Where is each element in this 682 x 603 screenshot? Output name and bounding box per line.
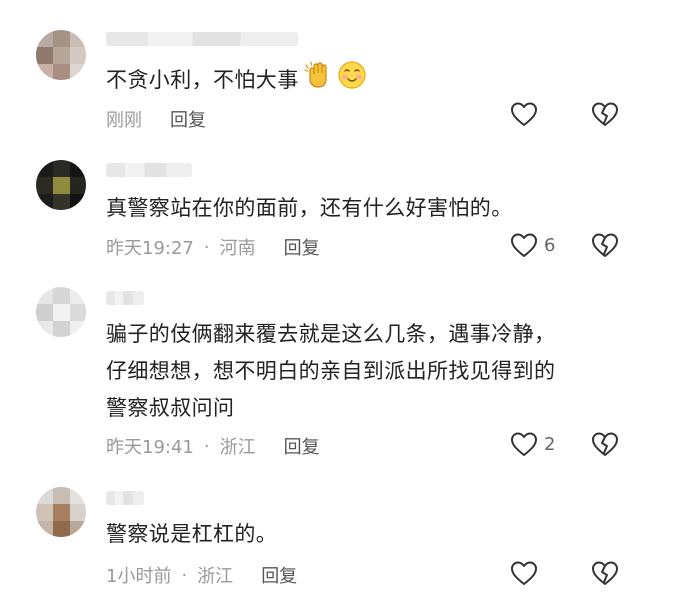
meta-separator: · xyxy=(181,564,188,586)
like-count: 6 xyxy=(544,234,556,256)
username-redacted[interactable] xyxy=(106,163,192,177)
username-redacted[interactable] xyxy=(106,32,298,46)
like-count: 2 xyxy=(544,433,556,455)
like-button[interactable]: 2 xyxy=(510,431,555,457)
like-button[interactable] xyxy=(510,560,538,586)
heart-outline-icon xyxy=(511,561,537,585)
comment-text-line: 仔细想想，想不明白的亲自到派出所找见得到的 xyxy=(106,359,556,383)
username-redacted[interactable] xyxy=(106,291,144,305)
avatar[interactable] xyxy=(36,487,86,537)
comment-time: 昨天19:41 xyxy=(106,437,194,458)
comment-text: 骗子的伎俩翻来覆去就是这么几条，遇事冷静， 仔细想想，想不明白的亲自到派出所找见… xyxy=(106,316,555,427)
heart-outline-icon xyxy=(511,233,537,257)
comment-meta: 昨天19:41 · 浙江 回复 xyxy=(106,433,320,459)
like-button[interactable] xyxy=(510,101,538,127)
comment-location: 浙江 xyxy=(197,566,234,587)
comment-text: 警察说是杠杠的。 xyxy=(106,516,277,553)
comment-location: 河南 xyxy=(219,238,256,259)
broken-heart-icon xyxy=(592,561,618,585)
avatar[interactable] xyxy=(36,30,86,80)
comment-text-line: 真警察站在你的面前，还有什么好害怕的。 xyxy=(106,196,513,220)
broken-heart-icon xyxy=(592,102,618,126)
comment-meta: 刚刚 回复 xyxy=(106,106,206,132)
smiling-face-emoji xyxy=(337,60,367,102)
dislike-button[interactable] xyxy=(591,560,619,590)
comment-time: 1小时前 xyxy=(106,566,172,587)
broken-heart-icon xyxy=(592,233,618,257)
comment-meta: 昨天19:27 · 河南 回复 xyxy=(106,234,320,260)
dislike-button[interactable] xyxy=(591,101,619,131)
comment-text-line: 骗子的伎俩翻来覆去就是这么几条，遇事冷静， xyxy=(106,322,556,346)
dislike-button[interactable] xyxy=(591,232,619,262)
meta-separator: · xyxy=(203,435,210,457)
comment-meta: 1小时前 · 浙江 回复 xyxy=(106,562,297,588)
reply-button[interactable]: 回复 xyxy=(284,433,320,459)
dislike-button[interactable] xyxy=(591,431,619,461)
avatar[interactable] xyxy=(36,160,86,210)
meta-separator: · xyxy=(203,236,210,258)
comment-time: 昨天19:27 xyxy=(106,238,194,259)
comment-time: 刚刚 xyxy=(106,110,142,131)
username-redacted[interactable] xyxy=(106,491,144,505)
reply-button[interactable]: 回复 xyxy=(261,562,297,588)
comment-text: 不贪小利，不怕大事 xyxy=(106,60,367,102)
comment-text-line: 警察叔叔问问 xyxy=(106,396,235,420)
comment-location: 浙江 xyxy=(219,437,256,458)
clapping-hands-emoji xyxy=(303,60,333,102)
comment-text-line: 不贪小利，不怕大事 xyxy=(106,68,299,92)
reply-button[interactable]: 回复 xyxy=(170,106,206,132)
comment-text: 真警察站在你的面前，还有什么好害怕的。 xyxy=(106,190,513,227)
broken-heart-icon xyxy=(592,432,618,456)
comment-text-line: 警察说是杠杠的。 xyxy=(106,522,278,546)
heart-outline-icon xyxy=(511,102,537,126)
reply-button[interactable]: 回复 xyxy=(284,234,320,260)
like-button[interactable]: 6 xyxy=(510,232,555,258)
avatar[interactable] xyxy=(36,287,86,337)
heart-outline-icon xyxy=(511,432,537,456)
